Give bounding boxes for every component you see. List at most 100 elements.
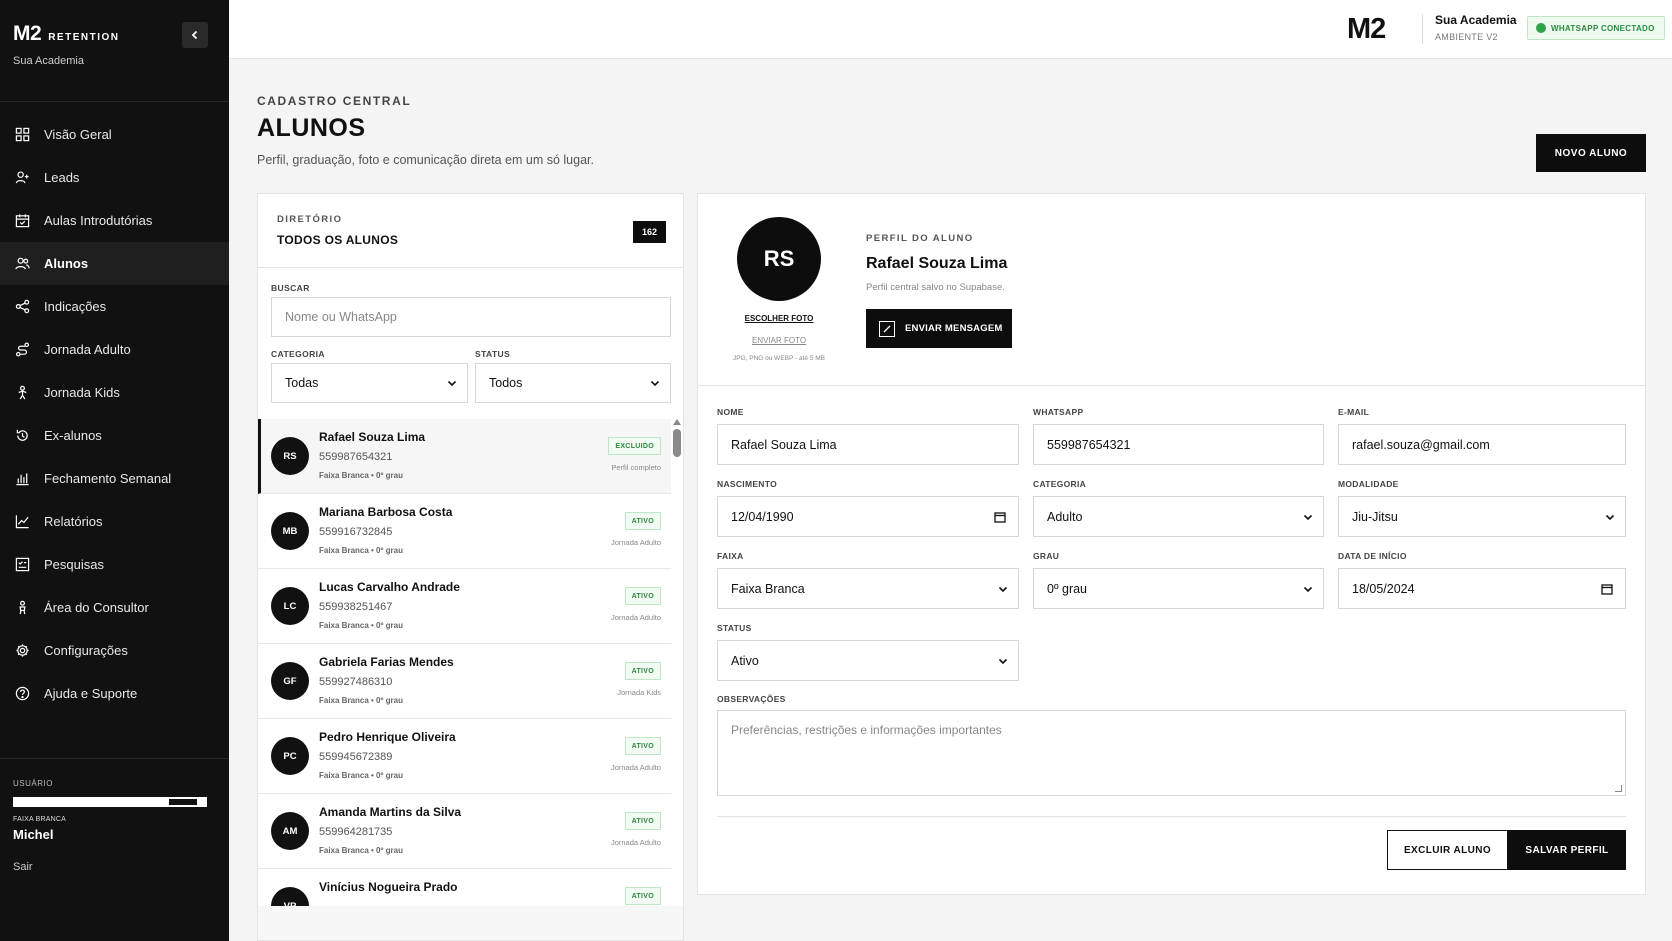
logout-link[interactable]: Sair xyxy=(13,861,216,873)
list-footer xyxy=(258,906,683,940)
birthdate-field[interactable]: 12/04/1990 xyxy=(717,496,1019,537)
category-value: Adulto xyxy=(1047,509,1083,524)
student-belt: Faixa Branca • 0º grau xyxy=(319,771,403,780)
category-select[interactable]: Adulto xyxy=(1033,496,1324,537)
send-photo-link[interactable]: ENVIAR FOTO xyxy=(698,336,860,345)
sidebar-item-alunos[interactable]: Alunos xyxy=(0,242,229,285)
choose-photo-link[interactable]: ESCOLHER FOTO xyxy=(698,314,860,323)
brand-logo[interactable]: M2 RETENTION xyxy=(13,22,119,46)
student-phone: 559945672389 xyxy=(319,751,393,763)
notes-placeholder: Preferências, restrições e informações i… xyxy=(731,723,1002,737)
help-icon xyxy=(15,686,30,701)
grid-icon xyxy=(15,127,30,142)
belt-select[interactable]: Faixa Branca xyxy=(717,568,1019,609)
student-directory: DIRETÓRIO TODOS OS ALUNOS 162 BUSCAR Nom… xyxy=(257,193,684,941)
student-row[interactable]: LC Lucas Carvalho Andrade 559938251467 F… xyxy=(258,569,671,644)
email-field[interactable]: rafael.souza@gmail.com xyxy=(1338,424,1626,465)
chevron-down-icon xyxy=(1303,586,1313,593)
whatsapp-status-badge: WHATSAPP CONECTADO xyxy=(1527,16,1665,40)
profile-avatar: RS xyxy=(737,217,821,301)
scroll-up-arrow-icon[interactable] xyxy=(673,419,681,425)
whatsapp-field[interactable]: 559987654321 xyxy=(1033,424,1324,465)
sidebar-item-jornada-kids[interactable]: Jornada Kids xyxy=(0,371,229,414)
sidebar-item-ajuda-e-suporte[interactable]: Ajuda e Suporte xyxy=(0,672,229,715)
user-name: Michel xyxy=(13,827,54,842)
directory-header: DIRETÓRIO TODOS OS ALUNOS 162 xyxy=(258,194,683,268)
start-date-value: 18/05/2024 xyxy=(1352,581,1415,596)
calendar-icon[interactable] xyxy=(1601,583,1613,595)
notes-textarea[interactable]: Preferências, restrições e informações i… xyxy=(717,710,1626,796)
student-name: Rafael Souza Lima xyxy=(319,430,426,444)
delete-student-button[interactable]: EXCLUIR ALUNO xyxy=(1387,830,1508,870)
status-filter-select[interactable]: Todos xyxy=(475,363,671,403)
search-input[interactable]: Nome ou WhatsApp xyxy=(271,297,671,337)
status-badge: ATIVO xyxy=(624,587,661,605)
profile-name: Rafael Souza Lima xyxy=(866,255,1008,272)
page-eyebrow: CADASTRO CENTRAL xyxy=(257,94,412,108)
start-date-field[interactable]: 18/05/2024 xyxy=(1338,568,1626,609)
top-academy: Sua Academia AMBIENTE V2 xyxy=(1423,13,1517,42)
new-student-button[interactable]: NOVO ALUNO xyxy=(1536,134,1646,172)
sidebar-item-leads[interactable]: Leads xyxy=(0,156,229,199)
sidebar-item-label: Jornada Adulto xyxy=(44,342,131,357)
sidebar-item-label: Aulas Introdutórias xyxy=(44,213,153,228)
scroll-thumb[interactable] xyxy=(673,429,681,457)
whatsapp-label: WHATSAPP xyxy=(1033,407,1084,417)
sidebar-item-aulas-introdutorias[interactable]: Aulas Introdutórias xyxy=(0,199,229,242)
student-journey: Perfil completo xyxy=(611,463,661,472)
child-icon xyxy=(18,385,27,400)
route-icon xyxy=(15,342,30,357)
degree-value: 0º grau xyxy=(1047,581,1088,596)
student-row[interactable]: RS Rafael Souza Lima 559987654321 Faixa … xyxy=(258,419,671,494)
status-select[interactable]: Ativo xyxy=(717,640,1019,681)
list-scrollbar[interactable] xyxy=(672,419,682,906)
edit-icon xyxy=(879,320,895,337)
email-label: E-MAIL xyxy=(1338,407,1370,417)
status-label: STATUS xyxy=(717,623,752,633)
student-row[interactable]: GF Gabriela Farias Mendes 559927486310 F… xyxy=(258,644,671,719)
status-badge: ATIVO xyxy=(624,662,661,680)
sidebar-item-area-do-consultor[interactable]: Área do Consultor xyxy=(0,586,229,629)
calendar-icon xyxy=(15,214,30,228)
sidebar-item-jornada-adulto[interactable]: Jornada Adulto xyxy=(0,328,229,371)
save-profile-button[interactable]: SALVAR PERFIL xyxy=(1508,830,1626,870)
belt-value: Faixa Branca xyxy=(731,581,805,596)
photo-hint: JPG, PNG ou WEBP - até 5 MB xyxy=(733,355,825,362)
gear-icon xyxy=(16,644,29,657)
sidebar-item-visao-geral[interactable]: Visão Geral xyxy=(0,113,229,156)
student-journey: Jornada Kids xyxy=(617,688,661,697)
student-row[interactable]: AM Amanda Martins da Silva 559964281735 … xyxy=(258,794,671,869)
student-row[interactable]: MB Mariana Barbosa Costa 559916732845 Fa… xyxy=(258,494,671,569)
sidebar-item-pesquisas[interactable]: Pesquisas xyxy=(0,543,229,586)
name-field[interactable]: Rafael Souza Lima xyxy=(717,424,1019,465)
sidebar-item-label: Pesquisas xyxy=(44,557,104,572)
student-phone: 559927486310 xyxy=(319,676,393,688)
student-journey: Jornada Adulto xyxy=(610,838,661,847)
search-label: BUSCAR xyxy=(271,283,310,293)
student-row[interactable]: PC Pedro Henrique Oliveira 559945672389 … xyxy=(258,719,671,794)
sidebar-item-relatorios[interactable]: Relatórios xyxy=(0,500,229,543)
collapse-sidebar-button[interactable] xyxy=(182,22,208,48)
sidebar-item-configuracoes[interactable]: Configurações xyxy=(0,629,229,672)
student-name: Pedro Henrique Oliveira xyxy=(319,730,456,744)
category-label: CATEGORIA xyxy=(1033,479,1087,489)
resize-grip-icon[interactable] xyxy=(1615,785,1622,792)
send-message-label: ENVIAR MENSAGEM xyxy=(905,323,1003,334)
category-filter-select[interactable]: Todas xyxy=(271,363,468,403)
user-label: USUÁRIO xyxy=(13,779,53,788)
send-message-button[interactable]: ENVIAR MENSAGEM xyxy=(866,309,1012,348)
sidebar-item-label: Jornada Kids xyxy=(44,385,120,400)
student-name: Vinícius Nogueira Prado xyxy=(319,880,458,894)
student-row[interactable]: VP Vinícius Nogueira Prado ATIVO xyxy=(258,869,671,906)
student-phone: 559987654321 xyxy=(319,451,393,463)
page-title: ALUNOS xyxy=(257,114,366,142)
degree-select[interactable]: 0º grau xyxy=(1033,568,1324,609)
status-badge: ATIVO xyxy=(624,812,661,830)
sidebar-item-ex-alunos[interactable]: Ex-alunos xyxy=(0,414,229,457)
sidebar-academy: Sua Academia xyxy=(13,55,84,67)
calendar-icon[interactable] xyxy=(994,511,1006,523)
sidebar-divider xyxy=(0,101,229,102)
modality-select[interactable]: Jiu-Jitsu xyxy=(1338,496,1626,537)
sidebar-item-indicacoes[interactable]: Indicações xyxy=(0,285,229,328)
sidebar-item-fechamento-semanal[interactable]: Fechamento Semanal xyxy=(0,457,229,500)
